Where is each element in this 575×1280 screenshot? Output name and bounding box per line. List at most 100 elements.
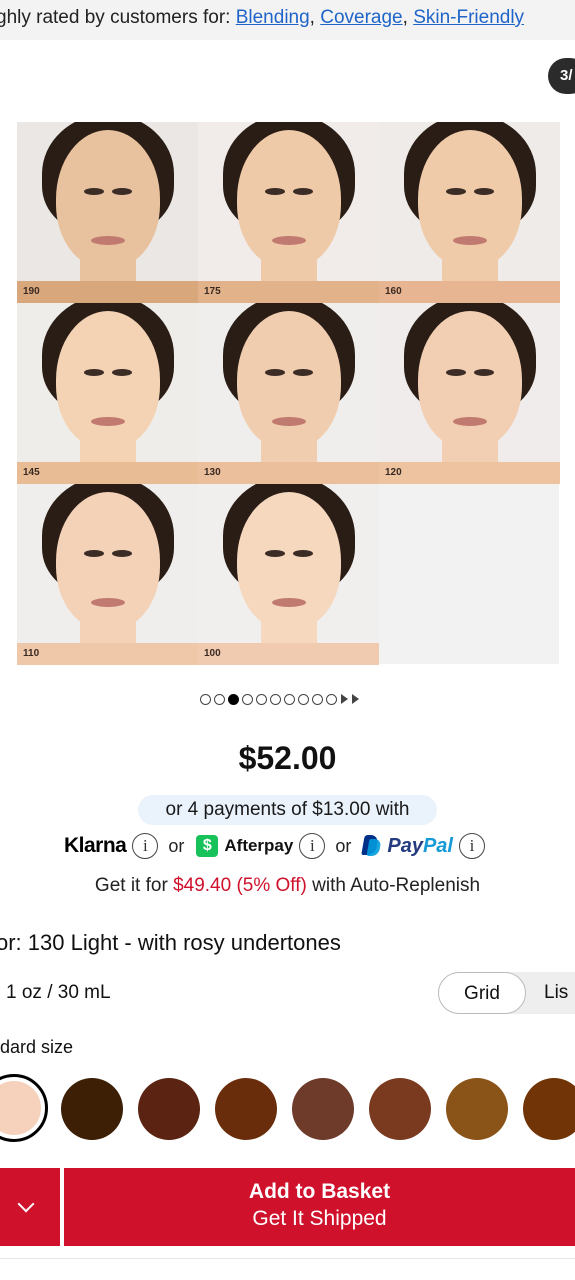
shade-swatch[interactable] bbox=[292, 1078, 354, 1140]
model-eye bbox=[473, 369, 494, 376]
shade-swatch[interactable] bbox=[215, 1078, 277, 1140]
shade-tile[interactable]: 160 bbox=[379, 122, 560, 303]
afterpay-info-icon[interactable]: i bbox=[299, 833, 326, 859]
model-lips bbox=[271, 598, 306, 607]
model-lips bbox=[90, 236, 125, 245]
afterpay-logo-icon: $ bbox=[196, 835, 219, 857]
tag-link-blending[interactable]: Blending bbox=[236, 7, 310, 28]
auto-replenish-line[interactable]: Get it for $49.40 (5% Off) with Auto-Rep… bbox=[0, 875, 575, 897]
carousel-dot[interactable] bbox=[200, 693, 211, 705]
or-text: or bbox=[335, 835, 352, 856]
klarna-info-icon[interactable]: i bbox=[132, 833, 159, 859]
model-eye bbox=[264, 188, 285, 195]
model-eye bbox=[111, 369, 132, 376]
shade-swatch[interactable] bbox=[138, 1078, 200, 1140]
view-toggle: Grid Lis bbox=[438, 972, 575, 1014]
product-image-gallery[interactable]: 190 175 160 145 130 120 110 100 bbox=[17, 122, 560, 665]
carousel-dot[interactable] bbox=[284, 693, 295, 705]
quantity-selector[interactable] bbox=[0, 1168, 62, 1246]
shade-swatch[interactable] bbox=[446, 1078, 508, 1140]
model-face bbox=[55, 130, 160, 268]
add-to-basket-button[interactable]: Add to Basket Get It Shipped bbox=[64, 1168, 575, 1246]
get-it-shipped-label: Get It Shipped bbox=[252, 1207, 387, 1230]
model-eye bbox=[292, 188, 313, 195]
model-lips bbox=[271, 236, 306, 245]
paypal-info-icon[interactable]: i bbox=[458, 833, 485, 859]
shade-tile[interactable]: 110 bbox=[17, 484, 198, 665]
shade-tile[interactable]: 175 bbox=[198, 122, 379, 303]
tag-link-coverage[interactable]: Coverage bbox=[320, 7, 402, 28]
list-view-button[interactable]: Lis bbox=[544, 972, 575, 1014]
paypal-logo-icon bbox=[363, 835, 381, 857]
carousel-dot[interactable] bbox=[270, 693, 281, 705]
model-eye bbox=[292, 369, 313, 376]
shade-number-label: 100 bbox=[198, 643, 379, 665]
model-face bbox=[236, 492, 341, 630]
model-face bbox=[55, 492, 160, 630]
model-eye bbox=[111, 188, 132, 195]
model-eye bbox=[83, 550, 104, 557]
replenish-discount: $49.40 (5% Off) bbox=[173, 875, 307, 896]
model-face bbox=[417, 130, 522, 268]
model-eye bbox=[111, 550, 132, 557]
shade-tile[interactable]: 120 bbox=[379, 303, 560, 484]
carousel-pagination[interactable] bbox=[200, 692, 359, 706]
model-face bbox=[55, 311, 160, 449]
paypal-label: PayPal bbox=[387, 834, 453, 857]
shade-swatch[interactable] bbox=[369, 1078, 431, 1140]
selected-color-label: or: 130 Light - with rosy undertones bbox=[0, 930, 341, 955]
model-lips bbox=[452, 236, 487, 245]
shade-number-label: 120 bbox=[379, 462, 560, 484]
shade-tile[interactable]: 190 bbox=[17, 122, 198, 303]
divider bbox=[0, 1258, 575, 1259]
model-lips bbox=[90, 417, 125, 426]
shade-number-label: 160 bbox=[379, 281, 560, 303]
grid-view-button[interactable]: Grid bbox=[438, 972, 526, 1014]
model-eye bbox=[83, 188, 104, 195]
installments-pill: or 4 payments of $13.00 with bbox=[138, 795, 437, 825]
add-to-basket-label: Add to Basket bbox=[248, 1180, 391, 1203]
shade-swatch[interactable] bbox=[61, 1078, 123, 1140]
carousel-dot[interactable] bbox=[228, 693, 239, 705]
image-counter-badge: 3/ bbox=[548, 58, 575, 94]
shade-number-label: 190 bbox=[17, 281, 198, 303]
model-eye bbox=[445, 188, 466, 195]
or-text: or bbox=[168, 835, 185, 856]
carousel-next-icon[interactable] bbox=[352, 694, 359, 704]
carousel-dot[interactable] bbox=[214, 693, 225, 705]
carousel-next-icon[interactable] bbox=[341, 694, 348, 704]
payment-options-row: Klarna i or $ Afterpay i or PayPal i bbox=[64, 830, 491, 862]
klarna-logo: Klarna bbox=[64, 834, 127, 857]
product-price: $52.00 bbox=[238, 740, 337, 776]
carousel-dot[interactable] bbox=[312, 693, 323, 705]
shade-swatch[interactable] bbox=[523, 1078, 575, 1140]
afterpay-label: Afterpay bbox=[224, 836, 294, 855]
shade-tile[interactable]: 130 bbox=[198, 303, 379, 484]
model-eye bbox=[292, 550, 313, 557]
model-eye bbox=[445, 369, 466, 376]
shade-number-label: 145 bbox=[17, 462, 198, 484]
model-eye bbox=[473, 188, 494, 195]
model-lips bbox=[90, 598, 125, 607]
tag-link-skin-friendly[interactable]: Skin-Friendly bbox=[413, 7, 524, 28]
carousel-dot[interactable] bbox=[242, 693, 253, 705]
highly-rated-line: ghly rated by customers for: Blending, C… bbox=[0, 7, 524, 29]
shade-swatch-selected[interactable] bbox=[0, 1074, 48, 1142]
purchase-bar: Add to Basket Get It Shipped bbox=[0, 1168, 575, 1246]
shade-number-label: 175 bbox=[198, 281, 379, 303]
carousel-dot[interactable] bbox=[256, 693, 267, 705]
standard-size-label: dard size bbox=[0, 1037, 74, 1057]
carousel-dot[interactable] bbox=[298, 693, 309, 705]
model-face bbox=[417, 311, 522, 449]
model-face bbox=[236, 311, 341, 449]
highly-rated-prefix: ghly rated by customers for: bbox=[0, 7, 236, 28]
model-eye bbox=[264, 369, 285, 376]
model-eye bbox=[264, 550, 285, 557]
shade-number-label: 130 bbox=[198, 462, 379, 484]
carousel-dot[interactable] bbox=[326, 693, 337, 705]
model-lips bbox=[271, 417, 306, 426]
shade-tile[interactable]: 100 bbox=[198, 484, 379, 665]
swatch-fill bbox=[0, 1081, 41, 1135]
shade-number-label: 110 bbox=[17, 643, 198, 665]
shade-tile[interactable]: 145 bbox=[17, 303, 198, 484]
